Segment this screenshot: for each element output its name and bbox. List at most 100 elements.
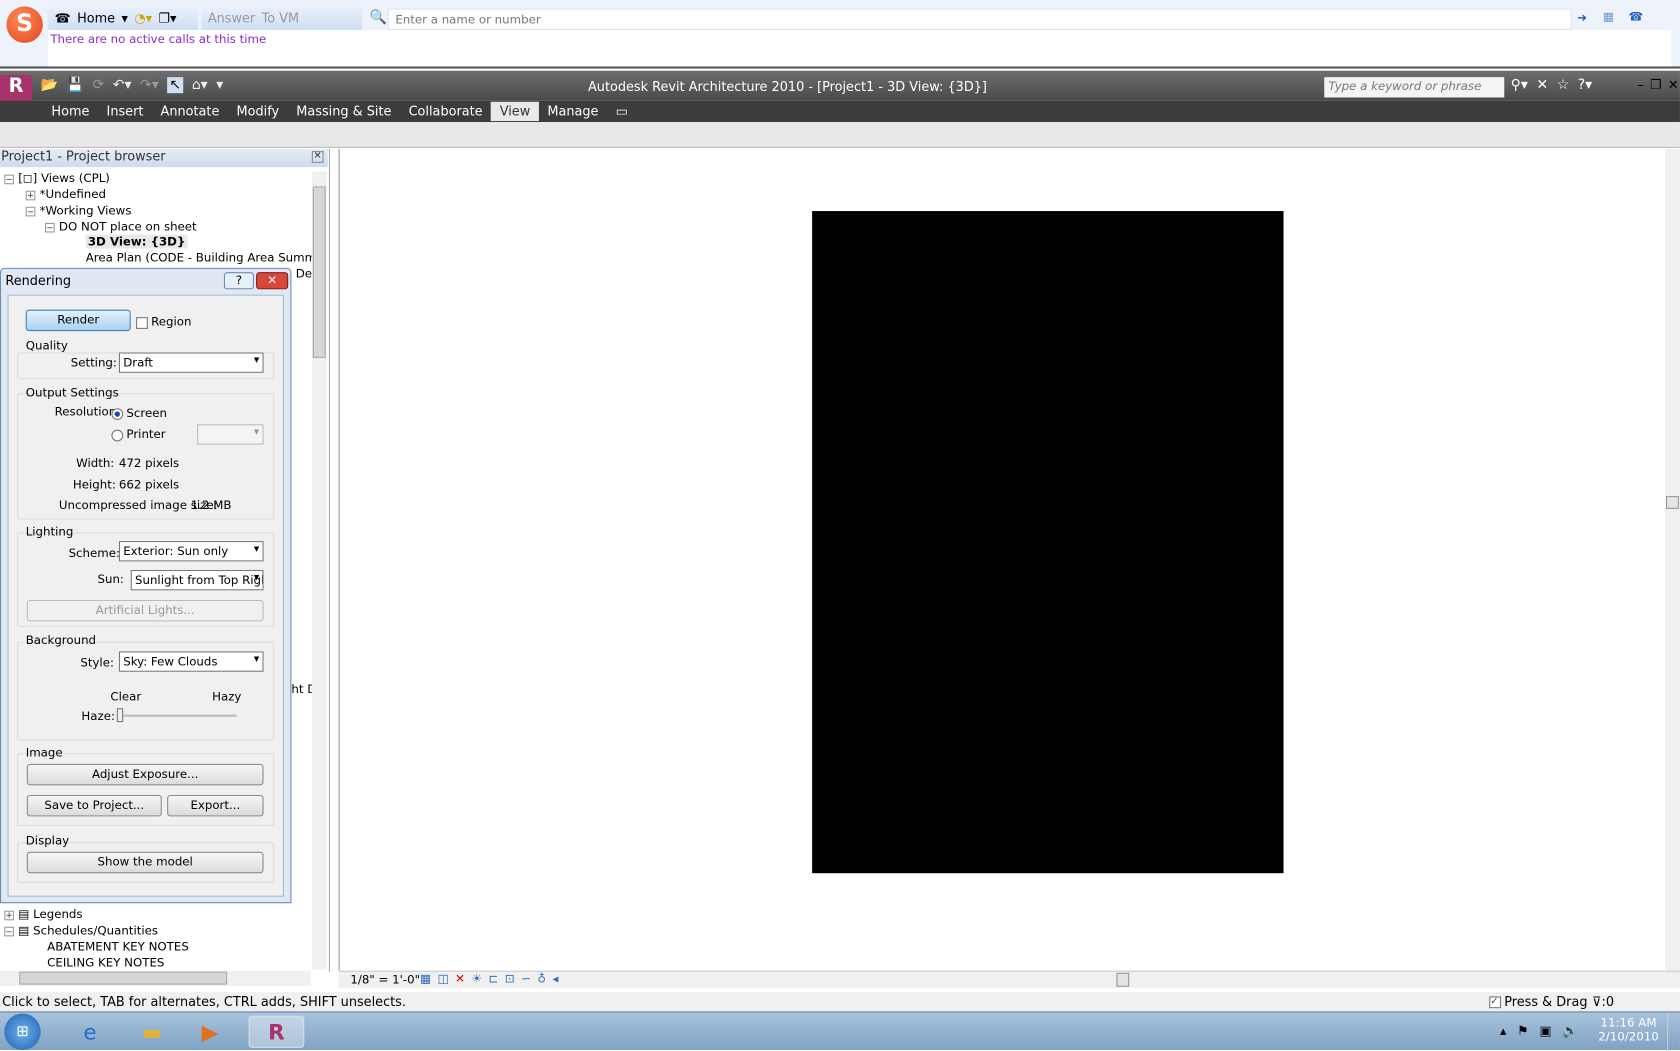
tree-item-do-not-place[interactable]: − DO NOT place on sheet <box>44 220 197 234</box>
to-vm-button[interactable]: To VM <box>262 11 300 26</box>
temp-hide-icon[interactable]: ∽ <box>521 972 531 986</box>
clock[interactable]: 11:16 AM 2/10/2010 <box>1596 1016 1660 1044</box>
tree-item-working-views[interactable]: − *Working Views <box>25 204 131 217</box>
call-status: There are no active calls at this time <box>50 32 267 47</box>
binoculars-icon[interactable]: ⚲▾ <box>1511 77 1528 93</box>
tab-annotate[interactable]: Annotate <box>152 102 228 121</box>
browser-vertical-scrollbar[interactable] <box>311 171 327 970</box>
tab-home[interactable]: Home <box>43 102 98 121</box>
artificial-lights-button[interactable]: Artificial Lights... <box>26 599 264 622</box>
action-center-icon[interactable]: ⚑ <box>1517 1023 1529 1038</box>
steering-icon[interactable]: ◂ <box>552 972 558 986</box>
keypad-icon[interactable]: ▦ <box>1603 10 1614 24</box>
tab-modify[interactable]: Modify <box>228 102 288 121</box>
favorites-icon[interactable]: ☆ <box>1557 77 1569 93</box>
show-desktop-button[interactable] <box>1667 1012 1680 1051</box>
close-browser-button[interactable]: ✕ <box>311 151 324 163</box>
tree-item-3d-view[interactable]: 3D View: {3D} <box>85 234 188 249</box>
revit-app-button[interactable]: R <box>0 74 33 103</box>
sun-setting-select[interactable]: Sunlight from Top Right <box>130 569 264 591</box>
tree-item-legends[interactable]: + ▤ Legends <box>4 907 83 922</box>
tab-insert[interactable]: Insert <box>98 102 152 121</box>
adjust-exposure-button[interactable]: Adjust Exposure... <box>26 763 264 786</box>
canvas-vertical-scrollbar[interactable] <box>1664 148 1680 971</box>
shadows-icon[interactable]: ✕ <box>455 972 465 986</box>
start-button[interactable]: ⊞ <box>4 1013 41 1050</box>
ribbon-toggle-icon[interactable]: ▭ <box>607 102 636 121</box>
printer-dpi-select[interactable] <box>197 424 264 445</box>
save-icon[interactable]: 💾 <box>67 77 84 93</box>
sun-path-icon[interactable]: ☀ <box>471 972 482 986</box>
network-icon[interactable]: ▣ <box>1539 1023 1551 1038</box>
quality-setting-select[interactable]: Draft <box>118 352 264 373</box>
image-heading: Image <box>25 745 63 760</box>
scale-selector[interactable]: 1/8" = 1'-0" <box>350 973 420 987</box>
tree-item-ceiling[interactable]: CEILING KEY NOTES <box>47 956 164 970</box>
views-icon: [◻] <box>18 171 38 186</box>
tree-item-views[interactable]: − [◻] Views (CPL) <box>4 171 110 185</box>
tree-item-area-plan[interactable]: Area Plan (CODE - Building Area Summary)… <box>86 251 324 265</box>
height-value: 662 pixels <box>118 477 180 492</box>
tree-item-schedules[interactable]: − ▤ Schedules/Quantities <box>4 924 158 937</box>
tab-manage[interactable]: Manage <box>539 102 607 121</box>
tree-item-partial[interactable]: De <box>296 267 312 281</box>
export-button[interactable]: Export... <box>167 794 264 817</box>
reveal-icon[interactable]: ♁ <box>537 972 546 986</box>
save-to-project-button[interactable]: Save to Project... <box>26 794 162 817</box>
background-style-select[interactable]: Sky: Few Clouds <box>118 651 264 672</box>
show-crop-icon[interactable]: ⊡ <box>505 972 515 986</box>
tree-item-abatement[interactable]: ABATEMENT KEY NOTES <box>47 940 189 954</box>
tab-massing-site[interactable]: Massing & Site <box>288 102 400 121</box>
volume-icon[interactable]: 🔈 <box>1562 1023 1578 1038</box>
printer-radio[interactable]: Printer <box>111 427 166 441</box>
show-hidden-icons[interactable]: ▴ <box>1500 1023 1506 1038</box>
width-value: 472 pixels <box>118 456 180 471</box>
app-logo-icon[interactable]: S <box>6 6 43 43</box>
status-bar: Click to select, TAB for alternates, CTR… <box>0 992 1680 1012</box>
render-button[interactable]: Render <box>25 309 131 332</box>
phone-toolbar: S ☎ Home ▾ ◔▾ ❐▾ Answer To VM 🔍 Enter a n… <box>0 0 1680 69</box>
tree-item-undefined[interactable]: + *Undefined <box>25 187 106 201</box>
press-drag-toggle[interactable]: ✓ Press & Drag <box>1489 994 1588 1009</box>
region-checkbox[interactable]: Region <box>136 315 191 329</box>
keyword-search-input[interactable]: Type a keyword or phrase <box>1324 77 1505 98</box>
restore-button[interactable]: ❐ <box>1650 77 1662 92</box>
dial-icon[interactable]: ☎ <box>1629 10 1644 24</box>
lighting-scheme-select[interactable]: Exterior: Sun only <box>118 541 264 562</box>
phone-search-input[interactable]: Enter a name or number <box>387 8 1572 30</box>
detail-level-icon[interactable]: ▦ <box>420 972 431 986</box>
browser-horizontal-scrollbar[interactable] <box>0 970 311 986</box>
redo-icon[interactable]: ↷▾ <box>140 77 159 93</box>
revit-taskbar-button[interactable]: R <box>248 1015 305 1048</box>
lighting-heading: Lighting <box>25 524 74 539</box>
home-dropdown[interactable]: Home <box>77 11 115 26</box>
explorer-icon[interactable]: ▬ <box>131 1016 174 1048</box>
sync-icon[interactable]: ⟳ <box>93 77 105 93</box>
legend-icon: ▤ <box>18 907 30 922</box>
haze-slider[interactable] <box>118 714 237 717</box>
select-icon[interactable]: ↖ <box>167 77 184 94</box>
filter-icon[interactable]: ⊽:0 <box>1592 994 1614 1009</box>
haze-slider-thumb[interactable] <box>116 708 124 723</box>
3d-view-icon[interactable]: ⌂▾ <box>192 77 208 93</box>
screen-radio[interactable]: Screen <box>111 406 167 420</box>
windows-icon[interactable]: ❐▾ <box>158 11 176 26</box>
visual-style-icon[interactable]: ◫ <box>438 972 449 986</box>
crop-icon[interactable]: ⊏ <box>488 972 498 986</box>
close-button[interactable]: ✕ <box>1668 77 1679 92</box>
clock-icon[interactable]: ◔▾ <box>134 11 152 26</box>
horizontal-scroll-thumb[interactable] <box>1116 972 1130 987</box>
answer-button[interactable]: Answer <box>208 11 255 26</box>
customize-icon[interactable]: ▾ <box>216 77 223 93</box>
go-arrow-icon[interactable]: ➜ <box>1577 11 1587 25</box>
subscription-icon[interactable]: ✕ <box>1536 77 1548 93</box>
show-model-button[interactable]: Show the model <box>26 851 264 874</box>
tab-view[interactable]: View <box>491 101 539 122</box>
media-player-icon[interactable]: ▶ <box>189 1016 232 1048</box>
help-icon[interactable]: ?▾ <box>1578 77 1592 93</box>
tab-collaborate[interactable]: Collaborate <box>400 102 491 121</box>
ie-icon[interactable]: e <box>69 1016 112 1048</box>
undo-icon[interactable]: ↶▾ <box>113 77 132 93</box>
open-icon[interactable]: 📂 <box>41 77 58 93</box>
minimize-button[interactable]: – <box>1637 77 1643 92</box>
